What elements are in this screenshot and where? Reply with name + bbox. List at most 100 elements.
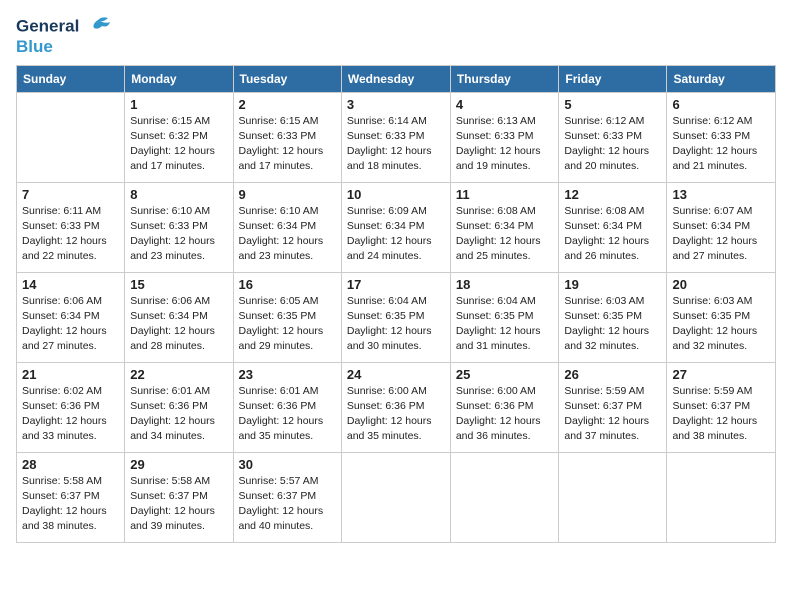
- day-number: 14: [22, 277, 119, 292]
- day-info: Sunrise: 6:01 AM Sunset: 6:36 PM Dayligh…: [130, 384, 227, 445]
- day-info: Sunrise: 6:05 AM Sunset: 6:35 PM Dayligh…: [239, 294, 336, 355]
- day-number: 26: [564, 367, 661, 382]
- day-number: 22: [130, 367, 227, 382]
- day-info: Sunrise: 6:13 AM Sunset: 6:33 PM Dayligh…: [456, 114, 554, 175]
- day-info: Sunrise: 6:00 AM Sunset: 6:36 PM Dayligh…: [347, 384, 445, 445]
- day-number: 17: [347, 277, 445, 292]
- calendar-cell: 10 Sunrise: 6:09 AM Sunset: 6:34 PM Dayli…: [341, 182, 450, 272]
- calendar-cell: 1Sunrise: 6:15 AM Sunset: 6:32 PM Daylig…: [125, 92, 233, 182]
- calendar-cell: 16 Sunrise: 6:05 AM Sunset: 6:35 PM Dayli…: [233, 272, 341, 362]
- day-number: 7: [22, 187, 119, 202]
- day-number: 21: [22, 367, 119, 382]
- day-info: Sunrise: 6:14 AM Sunset: 6:33 PM Dayligh…: [347, 114, 445, 175]
- calendar-cell: 8 Sunrise: 6:10 AM Sunset: 6:33 PM Daylig…: [125, 182, 233, 272]
- day-info: Sunrise: 6:08 AM Sunset: 6:34 PM Dayligh…: [456, 204, 554, 265]
- page-header: General Blue: [16, 16, 776, 57]
- day-number: 4: [456, 97, 554, 112]
- day-info: Sunrise: 6:09 AM Sunset: 6:34 PM Dayligh…: [347, 204, 445, 265]
- day-number: 8: [130, 187, 227, 202]
- calendar-cell: 7 Sunrise: 6:11 AM Sunset: 6:33 PM Daylig…: [17, 182, 125, 272]
- calendar-cell: 5 Sunrise: 6:12 AM Sunset: 6:33 PM Daylig…: [559, 92, 667, 182]
- day-info: Sunrise: 6:06 AM Sunset: 6:34 PM Dayligh…: [130, 294, 227, 355]
- calendar-cell: [667, 452, 776, 542]
- calendar-header-thursday: Thursday: [450, 65, 559, 92]
- calendar-cell: [341, 452, 450, 542]
- day-number: 25: [456, 367, 554, 382]
- day-info: Sunrise: 6:11 AM Sunset: 6:33 PM Dayligh…: [22, 204, 119, 265]
- day-number: 10: [347, 187, 445, 202]
- day-info: Sunrise: 6:00 AM Sunset: 6:36 PM Dayligh…: [456, 384, 554, 445]
- calendar-week-row: 1Sunrise: 6:15 AM Sunset: 6:32 PM Daylig…: [17, 92, 776, 182]
- logo: General Blue: [16, 16, 112, 57]
- logo-bird-icon: [84, 16, 112, 38]
- calendar-cell: 20Sunrise: 6:03 AM Sunset: 6:35 PM Dayli…: [667, 272, 776, 362]
- day-info: Sunrise: 5:58 AM Sunset: 6:37 PM Dayligh…: [130, 474, 227, 535]
- calendar-cell: 2 Sunrise: 6:15 AM Sunset: 6:33 PM Daylig…: [233, 92, 341, 182]
- calendar-week-row: 21 Sunrise: 6:02 AM Sunset: 6:36 PM Dayli…: [17, 362, 776, 452]
- day-info: Sunrise: 5:57 AM Sunset: 6:37 PM Dayligh…: [239, 474, 336, 535]
- day-number: 12: [564, 187, 661, 202]
- calendar-cell: 26 Sunrise: 5:59 AM Sunset: 6:37 PM Dayli…: [559, 362, 667, 452]
- calendar-cell: [17, 92, 125, 182]
- day-info: Sunrise: 5:59 AM Sunset: 6:37 PM Dayligh…: [672, 384, 770, 445]
- calendar-cell: 25 Sunrise: 6:00 AM Sunset: 6:36 PM Dayli…: [450, 362, 559, 452]
- day-number: 6: [672, 97, 770, 112]
- day-number: 28: [22, 457, 119, 472]
- day-number: 23: [239, 367, 336, 382]
- day-info: Sunrise: 6:02 AM Sunset: 6:36 PM Dayligh…: [22, 384, 119, 445]
- logo-line2: Blue: [16, 38, 112, 57]
- calendar-header-monday: Monday: [125, 65, 233, 92]
- day-number: 20: [672, 277, 770, 292]
- calendar-cell: 21 Sunrise: 6:02 AM Sunset: 6:36 PM Dayli…: [17, 362, 125, 452]
- day-info: Sunrise: 5:58 AM Sunset: 6:37 PM Dayligh…: [22, 474, 119, 535]
- day-info: Sunrise: 6:04 AM Sunset: 6:35 PM Dayligh…: [456, 294, 554, 355]
- calendar-header-wednesday: Wednesday: [341, 65, 450, 92]
- day-number: 24: [347, 367, 445, 382]
- calendar-cell: 27Sunrise: 5:59 AM Sunset: 6:37 PM Dayli…: [667, 362, 776, 452]
- day-number: 13: [672, 187, 770, 202]
- calendar-cell: 22 Sunrise: 6:01 AM Sunset: 6:36 PM Dayli…: [125, 362, 233, 452]
- day-info: Sunrise: 6:01 AM Sunset: 6:36 PM Dayligh…: [239, 384, 336, 445]
- calendar-cell: [559, 452, 667, 542]
- day-number: 19: [564, 277, 661, 292]
- day-number: 5: [564, 97, 661, 112]
- day-info: Sunrise: 6:04 AM Sunset: 6:35 PM Dayligh…: [347, 294, 445, 355]
- calendar-cell: 17 Sunrise: 6:04 AM Sunset: 6:35 PM Dayli…: [341, 272, 450, 362]
- day-number: 11: [456, 187, 554, 202]
- day-number: 18: [456, 277, 554, 292]
- day-info: Sunrise: 6:08 AM Sunset: 6:34 PM Dayligh…: [564, 204, 661, 265]
- day-info: Sunrise: 6:12 AM Sunset: 6:33 PM Dayligh…: [672, 114, 770, 175]
- calendar-cell: 24 Sunrise: 6:00 AM Sunset: 6:36 PM Dayli…: [341, 362, 450, 452]
- day-info: Sunrise: 6:10 AM Sunset: 6:34 PM Dayligh…: [239, 204, 336, 265]
- day-info: Sunrise: 6:03 AM Sunset: 6:35 PM Dayligh…: [564, 294, 661, 355]
- calendar-cell: 3Sunrise: 6:14 AM Sunset: 6:33 PM Daylig…: [341, 92, 450, 182]
- calendar-header-sunday: Sunday: [17, 65, 125, 92]
- day-info: Sunrise: 6:12 AM Sunset: 6:33 PM Dayligh…: [564, 114, 661, 175]
- calendar-week-row: 14 Sunrise: 6:06 AM Sunset: 6:34 PM Dayli…: [17, 272, 776, 362]
- calendar-header-row: SundayMondayTuesdayWednesdayThursdayFrid…: [17, 65, 776, 92]
- calendar-cell: 30Sunrise: 5:57 AM Sunset: 6:37 PM Dayli…: [233, 452, 341, 542]
- calendar-cell: 15 Sunrise: 6:06 AM Sunset: 6:34 PM Dayli…: [125, 272, 233, 362]
- calendar-header-tuesday: Tuesday: [233, 65, 341, 92]
- day-info: Sunrise: 6:10 AM Sunset: 6:33 PM Dayligh…: [130, 204, 227, 265]
- calendar-cell: 14 Sunrise: 6:06 AM Sunset: 6:34 PM Dayli…: [17, 272, 125, 362]
- day-info: Sunrise: 6:06 AM Sunset: 6:34 PM Dayligh…: [22, 294, 119, 355]
- calendar-cell: 12 Sunrise: 6:08 AM Sunset: 6:34 PM Dayli…: [559, 182, 667, 272]
- calendar-cell: 4 Sunrise: 6:13 AM Sunset: 6:33 PM Daylig…: [450, 92, 559, 182]
- calendar-header-friday: Friday: [559, 65, 667, 92]
- calendar-cell: 29Sunrise: 5:58 AM Sunset: 6:37 PM Dayli…: [125, 452, 233, 542]
- day-number: 16: [239, 277, 336, 292]
- calendar-cell: [450, 452, 559, 542]
- day-info: Sunrise: 6:15 AM Sunset: 6:33 PM Dayligh…: [239, 114, 336, 175]
- calendar-week-row: 7 Sunrise: 6:11 AM Sunset: 6:33 PM Daylig…: [17, 182, 776, 272]
- day-info: Sunrise: 6:07 AM Sunset: 6:34 PM Dayligh…: [672, 204, 770, 265]
- calendar-cell: 13 Sunrise: 6:07 AM Sunset: 6:34 PM Dayli…: [667, 182, 776, 272]
- calendar-cell: 6 Sunrise: 6:12 AM Sunset: 6:33 PM Daylig…: [667, 92, 776, 182]
- day-number: 9: [239, 187, 336, 202]
- day-number: 1: [130, 97, 227, 112]
- day-number: 2: [239, 97, 336, 112]
- day-number: 15: [130, 277, 227, 292]
- day-info: Sunrise: 5:59 AM Sunset: 6:37 PM Dayligh…: [564, 384, 661, 445]
- calendar-header-saturday: Saturday: [667, 65, 776, 92]
- calendar-cell: 18 Sunrise: 6:04 AM Sunset: 6:35 PM Dayli…: [450, 272, 559, 362]
